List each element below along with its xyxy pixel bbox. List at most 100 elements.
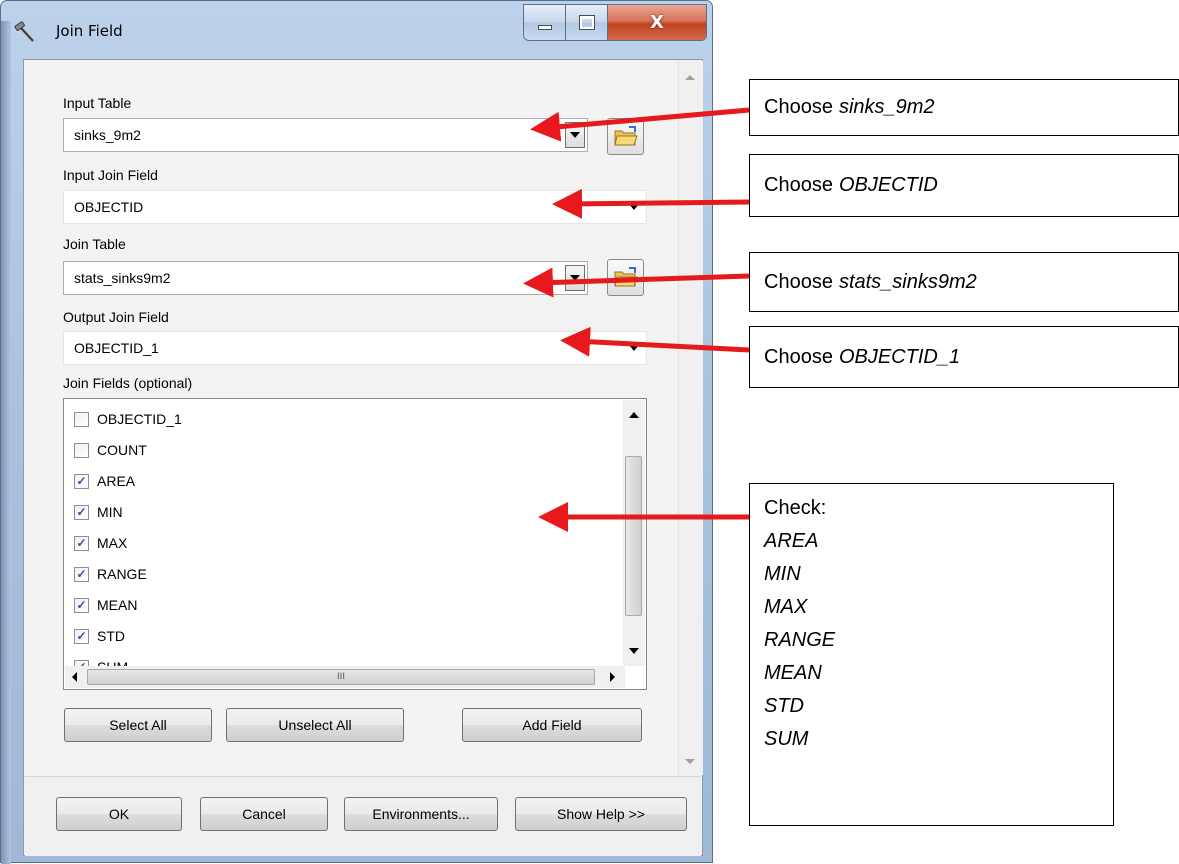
checkbox-unchecked[interactable] bbox=[74, 411, 89, 427]
list-hscroll-thumb[interactable]: III bbox=[87, 669, 595, 685]
folder-icon bbox=[613, 125, 638, 145]
hammer-icon bbox=[14, 21, 34, 42]
join-field-item[interactable]: ✓ MIN bbox=[74, 500, 123, 524]
callout-check-item: MIN bbox=[764, 563, 801, 585]
join-field-item[interactable]: OBJECTID_1 bbox=[74, 407, 182, 431]
scroll-down-icon[interactable] bbox=[685, 759, 695, 764]
join-table-value: stats_sinks9m2 bbox=[74, 270, 171, 286]
input-join-field-label: Input Join Field bbox=[63, 167, 158, 183]
join-field-item[interactable]: ✓ STD bbox=[74, 624, 125, 648]
join-field-item-label: STD bbox=[97, 628, 125, 644]
folder-icon bbox=[613, 266, 638, 286]
output-join-field-label: Output Join Field bbox=[63, 309, 169, 325]
join-table-label: Join Table bbox=[63, 236, 126, 252]
output-join-field-combobox[interactable]: OBJECTID_1 bbox=[63, 331, 647, 365]
checkbox-checked[interactable]: ✓ bbox=[74, 473, 89, 489]
chevron-down-icon bbox=[570, 132, 580, 138]
maximize-icon bbox=[578, 15, 595, 30]
join-field-item[interactable]: ✓ RANGE bbox=[74, 562, 147, 586]
join-table-dropdown-button[interactable] bbox=[565, 265, 585, 291]
checkbox-checked[interactable]: ✓ bbox=[74, 566, 89, 582]
close-button[interactable]: X bbox=[608, 5, 706, 40]
list-scroll-thumb[interactable] bbox=[625, 456, 642, 616]
minimize-button[interactable] bbox=[524, 5, 566, 40]
show-help-button[interactable]: Show Help >> bbox=[515, 797, 687, 831]
chevron-down-icon bbox=[570, 275, 580, 281]
title-bar[interactable]: Join Field X bbox=[1, 1, 712, 61]
callout-join-table: Choose stats_sinks9m2 bbox=[749, 252, 1179, 312]
scroll-up-icon[interactable] bbox=[629, 412, 639, 418]
join-field-item-label: RANGE bbox=[97, 566, 147, 582]
join-field-item[interactable]: ✓ AREA bbox=[74, 469, 135, 493]
dialog-vertical-scrollbar[interactable] bbox=[678, 61, 703, 775]
callout-check-label: Check: bbox=[764, 497, 827, 519]
join-field-item-label: OBJECTID_1 bbox=[97, 411, 182, 427]
callout-value: stats_sinks9m2 bbox=[838, 270, 977, 293]
input-table-dropdown-button[interactable] bbox=[565, 122, 585, 148]
output-join-field-value: OBJECTID_1 bbox=[74, 340, 159, 356]
scroll-right-icon[interactable] bbox=[610, 672, 615, 682]
callout-check-item: AREA bbox=[764, 530, 819, 552]
cancel-button[interactable]: Cancel bbox=[200, 797, 328, 831]
callout-input-table: Choose sinks_9m2 bbox=[749, 79, 1179, 136]
scroll-down-icon[interactable] bbox=[629, 648, 639, 654]
list-vertical-scrollbar[interactable] bbox=[623, 400, 645, 666]
callout-check-fields: Check: AREA MIN MAX RANGE MEAN STD SUM bbox=[749, 483, 1114, 826]
checkbox-unchecked[interactable] bbox=[74, 442, 89, 458]
callout-prefix: Choose bbox=[764, 345, 833, 368]
environments-button[interactable]: Environments... bbox=[344, 797, 498, 831]
join-field-window: Join Field X Input Table sinks_9m2 Input… bbox=[0, 0, 713, 864]
select-all-button[interactable]: Select All bbox=[64, 708, 212, 742]
scroll-up-icon[interactable] bbox=[685, 75, 695, 80]
callout-check-item: STD bbox=[764, 695, 804, 717]
input-table-label: Input Table bbox=[63, 95, 132, 111]
checkbox-checked[interactable]: ✓ bbox=[74, 535, 89, 551]
join-field-item[interactable]: COUNT bbox=[74, 438, 147, 462]
close-icon: X bbox=[650, 12, 664, 33]
window-controls: X bbox=[523, 4, 707, 41]
checkbox-checked[interactable]: ✓ bbox=[74, 597, 89, 613]
scroll-left-icon[interactable] bbox=[72, 672, 77, 682]
input-table-value: sinks_9m2 bbox=[74, 127, 141, 143]
callout-check-item: SUM bbox=[764, 728, 809, 750]
join-table-browse-button[interactable] bbox=[607, 259, 644, 296]
checkbox-checked[interactable]: ✓ bbox=[74, 504, 89, 520]
join-field-item-label: MIN bbox=[97, 504, 123, 520]
join-fields-label: Join Fields (optional) bbox=[63, 375, 193, 391]
callout-output-join-field: Choose OBJECTID_1 bbox=[749, 326, 1179, 388]
dialog-footer: OK Cancel Environments... Show Help >> bbox=[25, 776, 701, 856]
parameters-panel: Input Table sinks_9m2 Input Join Field O… bbox=[25, 61, 677, 775]
join-table-combobox[interactable]: stats_sinks9m2 bbox=[63, 261, 588, 295]
checkbox-checked[interactable]: ✓ bbox=[74, 628, 89, 644]
window-title: Join Field bbox=[56, 22, 123, 40]
input-table-browse-button[interactable] bbox=[607, 118, 644, 155]
callout-value: OBJECTID_1 bbox=[838, 345, 961, 368]
chevron-down-icon bbox=[629, 204, 639, 210]
input-join-field-dropdown-button[interactable] bbox=[624, 194, 644, 220]
callout-value: sinks_9m2 bbox=[838, 96, 935, 118]
list-horizontal-scrollbar[interactable]: III bbox=[65, 666, 625, 688]
callout-check-item: MAX bbox=[764, 596, 808, 618]
join-field-item[interactable]: ✓ MEAN bbox=[74, 593, 137, 617]
unselect-all-button[interactable]: Unselect All bbox=[226, 708, 404, 742]
output-join-field-dropdown-button[interactable] bbox=[624, 335, 644, 361]
add-field-button[interactable]: Add Field bbox=[462, 708, 642, 742]
callout-value: OBJECTID bbox=[838, 174, 938, 196]
chevron-down-icon bbox=[629, 345, 639, 351]
input-table-combobox[interactable]: sinks_9m2 bbox=[63, 118, 588, 152]
callout-input-join-field: Choose OBJECTID bbox=[749, 154, 1179, 217]
input-join-field-combobox[interactable]: OBJECTID bbox=[63, 190, 647, 224]
join-field-item-label: MEAN bbox=[97, 597, 138, 613]
callout-check-item: RANGE bbox=[764, 629, 836, 651]
join-fields-listbox[interactable]: OBJECTID_1 COUNT ✓ AREA ✓ MIN ✓ MAX ✓ RANGE ✓ MEAN ✓… bbox=[63, 398, 647, 690]
join-field-item[interactable]: ✓ MAX bbox=[74, 531, 127, 555]
callout-prefix: Choose bbox=[764, 270, 833, 293]
join-field-item-label: AREA bbox=[97, 473, 136, 489]
callout-check-item: MEAN bbox=[764, 662, 822, 684]
ok-button[interactable]: OK bbox=[56, 797, 182, 831]
maximize-button[interactable] bbox=[566, 5, 608, 40]
join-field-item-label: COUNT bbox=[97, 442, 147, 458]
callout-prefix: Choose bbox=[764, 96, 833, 118]
join-field-item-label: MAX bbox=[97, 535, 128, 551]
minimize-icon bbox=[537, 25, 552, 30]
